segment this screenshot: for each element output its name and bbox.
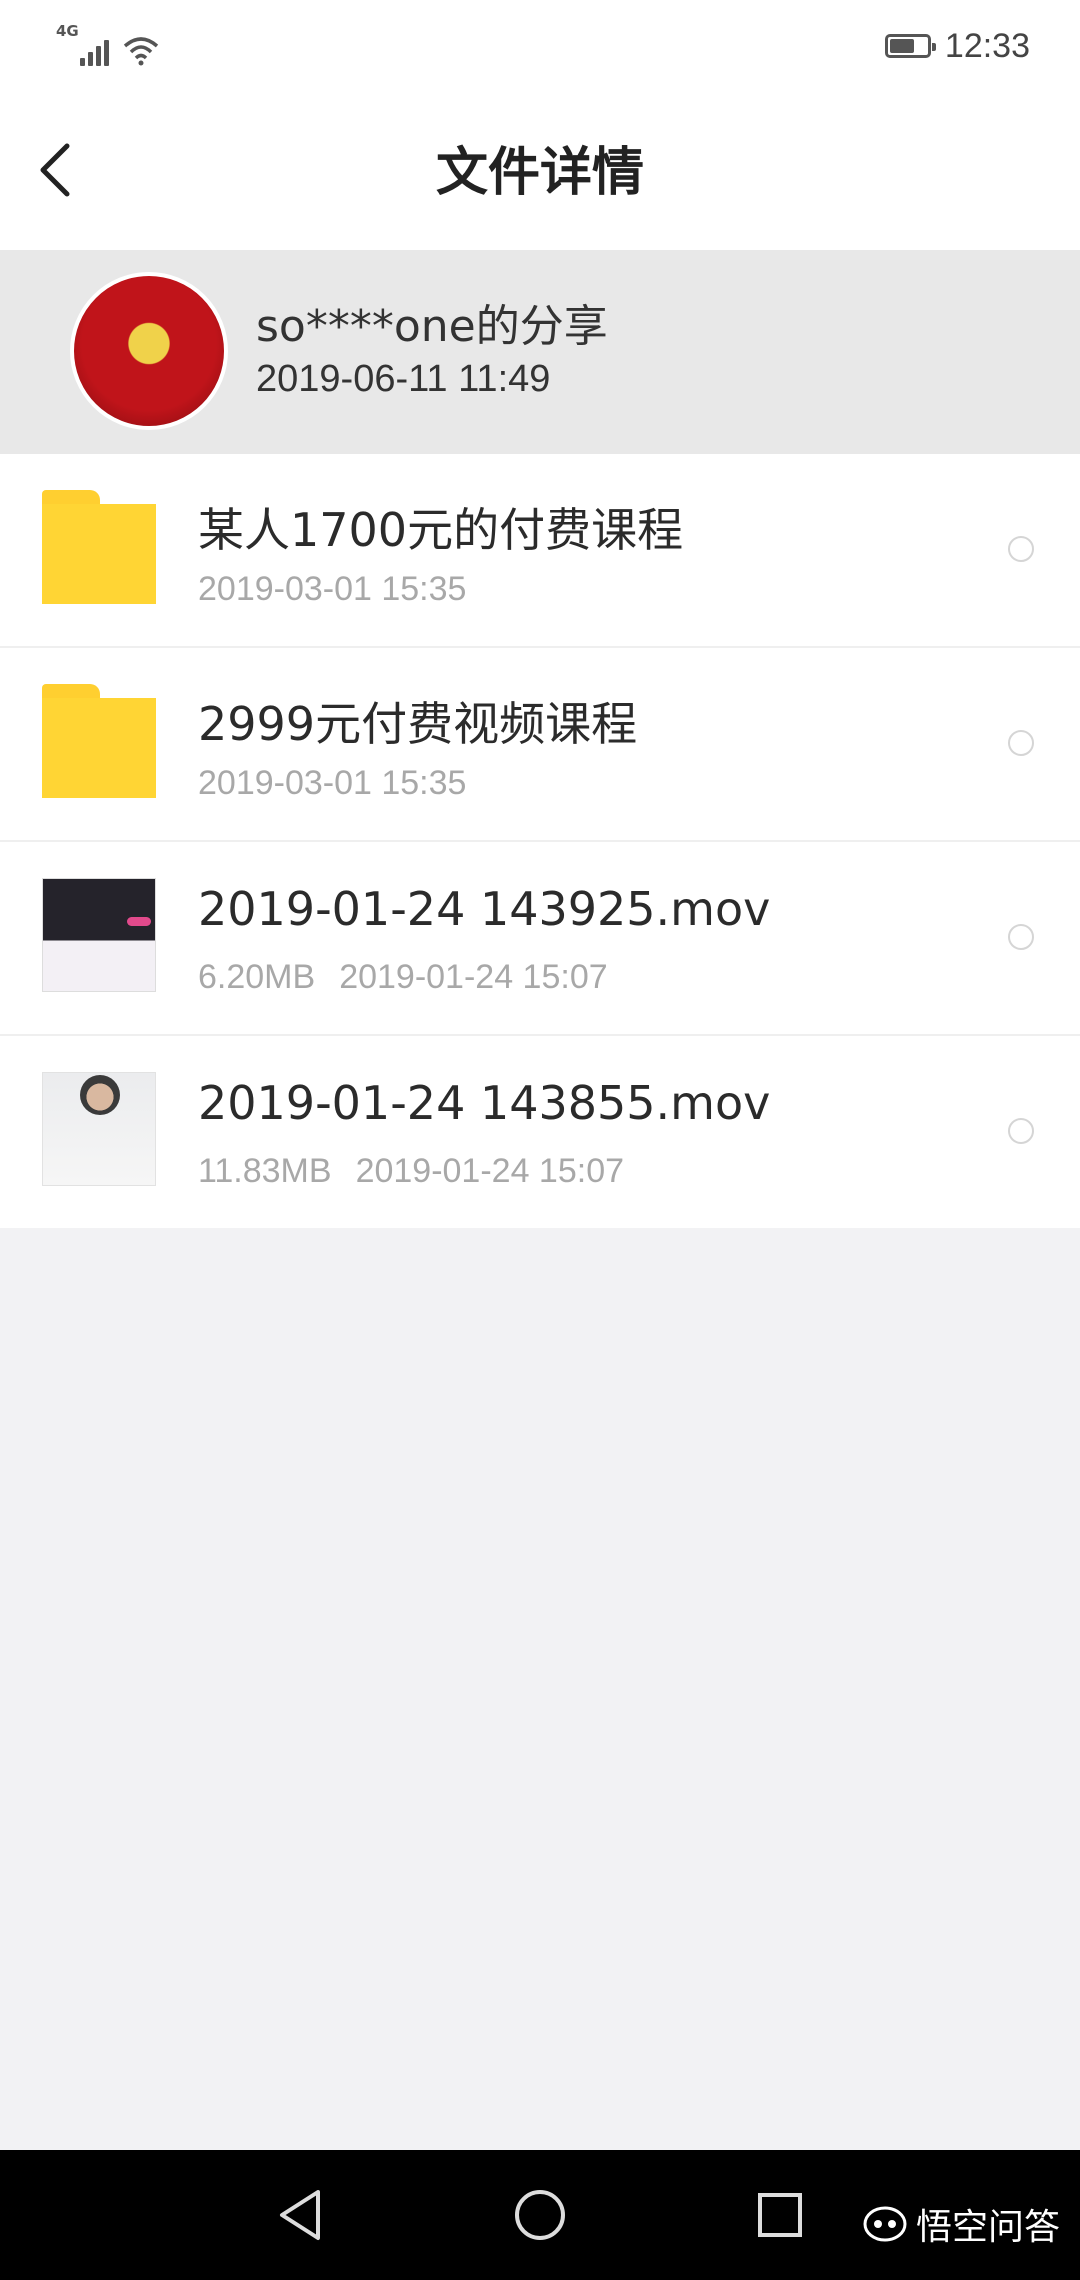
triangle-back-icon (280, 2190, 320, 2240)
select-radio[interactable] (1008, 1118, 1034, 1144)
nav-home-button[interactable] (505, 2180, 575, 2250)
file-row[interactable]: 2019-01-24 143925.mov 6.20MB 2019-01-24 1… (0, 842, 1080, 1036)
nav-recents-button[interactable] (745, 2180, 815, 2250)
file-name: 2019-01-24 143855.mov (198, 1076, 771, 1130)
signal-icon (80, 40, 109, 66)
share-owner-label: so****one的分享 (256, 301, 608, 352)
file-list: 某人1700元的付费课程 2019-03-01 15:35 2999元付费视频课… (0, 454, 1080, 1228)
file-meta: 6.20MB 2019-01-24 15:07 (198, 958, 608, 997)
folder-icon (42, 490, 156, 604)
watermark: 悟空问答 (862, 2198, 1060, 2250)
watermark-text: 悟空问答 (915, 2207, 1060, 2248)
avatar[interactable] (70, 272, 228, 430)
share-timestamp: 2019-06-11 11:49 (256, 358, 551, 400)
file-name: 某人1700元的付费课程 (198, 503, 684, 557)
file-name: 2999元付费视频课程 (198, 697, 638, 751)
select-radio[interactable] (1008, 730, 1034, 756)
select-radio[interactable] (1008, 536, 1034, 562)
file-name: 2019-01-24 143925.mov (198, 882, 771, 936)
circle-home-icon (515, 2190, 565, 2240)
video-thumbnail (42, 878, 156, 992)
file-size: 11.83MB (198, 1152, 332, 1190)
wifi-icon (123, 37, 159, 66)
file-date: 2019-01-24 15:07 (355, 1152, 625, 1190)
system-nav-bar: 悟空问答 (0, 2150, 1080, 2280)
file-date: 2019-03-01 15:35 (198, 764, 467, 802)
square-recents-icon (758, 2193, 802, 2237)
status-right: 12:33 (884, 24, 1030, 68)
wukong-logo-icon (863, 2206, 907, 2242)
video-thumbnail (42, 1072, 156, 1186)
status-indicators: 4G (56, 22, 161, 66)
file-size: 6.20MB (198, 958, 316, 996)
folder-icon (42, 684, 156, 798)
file-row[interactable]: 2019-01-24 143855.mov 11.83MB 2019-01-24 … (0, 1036, 1080, 1228)
battery-icon (884, 34, 936, 58)
page-title: 文件详情 (435, 143, 644, 203)
select-radio[interactable] (1008, 924, 1034, 950)
file-row[interactable]: 2999元付费视频课程 2019-03-01 15:35 (0, 648, 1080, 842)
file-meta: 2019-03-01 15:35 (198, 764, 466, 803)
file-date: 2019-01-24 15:07 (339, 958, 608, 996)
file-date: 2019-03-01 15:35 (198, 570, 467, 608)
file-row[interactable]: 某人1700元的付费课程 2019-03-01 15:35 (0, 454, 1080, 648)
status-bar: 4G 12:33 (0, 0, 1080, 90)
nav-back-button[interactable] (264, 2180, 334, 2250)
title-bar: 文件详情 (0, 90, 1080, 250)
network-type-label: 4G (56, 22, 79, 40)
status-time: 12:33 (944, 26, 1030, 65)
file-meta: 11.83MB 2019-01-24 15:07 (198, 1152, 624, 1191)
file-meta: 2019-03-01 15:35 (198, 570, 466, 609)
share-info-header: so****one的分享 2019-06-11 11:49 (0, 250, 1080, 454)
